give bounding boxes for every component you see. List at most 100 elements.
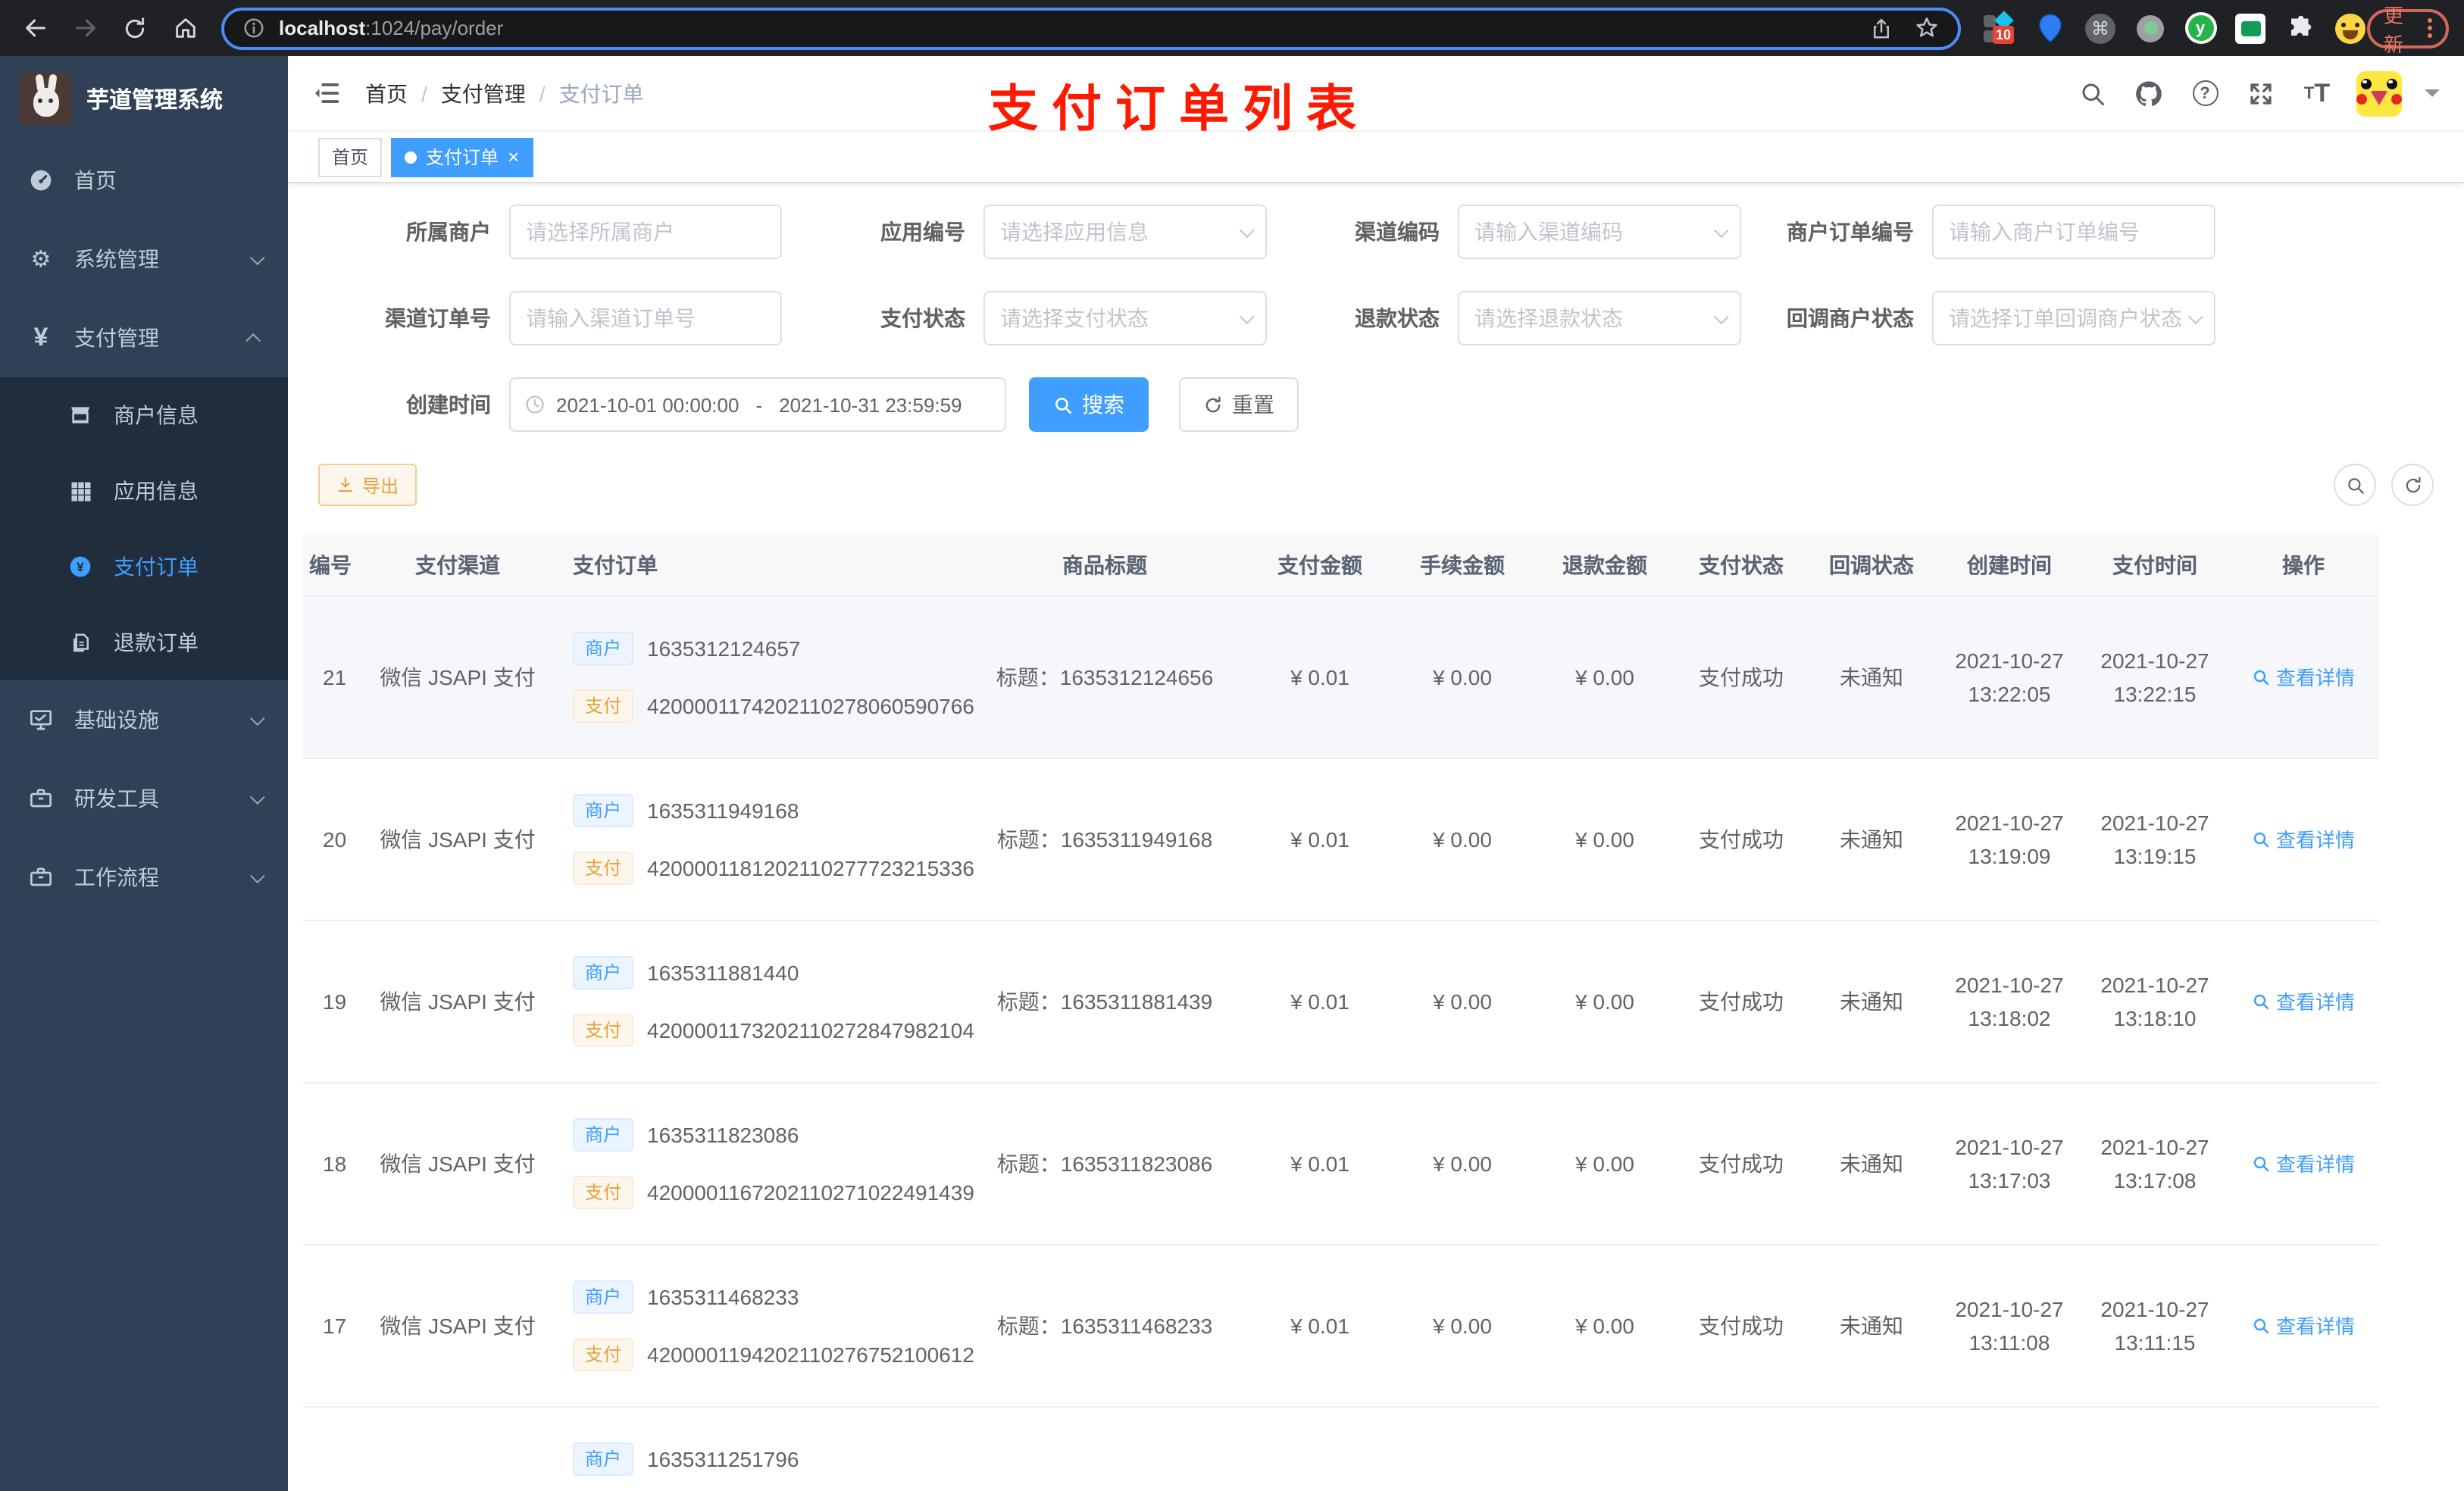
record-extension-icon[interactable] — [2134, 11, 2167, 45]
download-icon — [338, 477, 353, 492]
refund-amount: ¥ 0.00 — [1575, 664, 1634, 689]
create-time-cell: 2021-10-27 13:11:08 — [1937, 1244, 2082, 1407]
breadcrumb-current: 支付订单 — [558, 81, 644, 105]
notify-status: 未通知 — [1840, 1151, 1903, 1175]
col-header-create-time: 创建时间 — [1937, 535, 2082, 596]
smiley-profile-icon[interactable] — [2334, 11, 2367, 45]
view-detail-link[interactable]: 查看详情 — [2252, 662, 2355, 691]
pay-channel: 微信 JSAPI 支付 — [380, 989, 536, 1013]
pay-status-select[interactable] — [983, 291, 1267, 345]
app-title: 芋道管理系统 — [86, 87, 224, 113]
navbar-actions: ? TT — [2076, 70, 2440, 116]
channel-order-no: 4200001173202110272847982104 — [647, 1017, 974, 1042]
app-id-select[interactable] — [983, 205, 1267, 259]
address-bar[interactable]: localhost:1024/pay/order — [221, 7, 1961, 49]
table-toolbar: 导出 — [303, 464, 2449, 506]
monitor-icon — [27, 708, 55, 732]
pay-order-line: 支付 4200001173202110272847982104 — [573, 1013, 974, 1046]
sidebar-item-infrastructure[interactable]: 基础设施 — [0, 680, 288, 759]
table-row: 18 微信 JSAPI 支付 商户 1635311823086 支付 42000… — [303, 1082, 2379, 1245]
sidebar-item-dev-tools[interactable]: 研发工具 — [0, 759, 288, 838]
sidebar-item-home[interactable]: 首页 — [0, 141, 288, 220]
pay-time-cell: 2021-10-27 13:11:15 — [2082, 1244, 2228, 1407]
share-icon[interactable] — [1870, 16, 1893, 40]
browser-menu-icon[interactable] — [2428, 18, 2432, 38]
product-title-cell: 标题：1635311881439 — [961, 920, 1249, 1083]
browser-back-button[interactable] — [15, 8, 55, 48]
app-logo[interactable]: 芋道管理系统 — [0, 56, 288, 141]
search-button[interactable]: 搜索 — [1029, 377, 1149, 432]
reset-button[interactable]: 重置 — [1179, 377, 1299, 432]
refund-status-select[interactable] — [1458, 291, 1741, 345]
pay-amount: ¥ 0.01 — [1290, 1313, 1349, 1337]
export-button[interactable]: 导出 — [318, 464, 417, 506]
github-icon[interactable] — [2132, 77, 2165, 110]
view-detail-link[interactable]: 查看详情 — [2252, 824, 2355, 853]
fullscreen-icon[interactable] — [2244, 77, 2278, 110]
sidebar-item-app-info[interactable]: 应用信息 — [0, 453, 288, 529]
tab-pay-order[interactable]: 支付订单 × — [391, 137, 533, 177]
chevron-down-icon — [1713, 308, 1729, 324]
show-search-toggle-button[interactable] — [2334, 464, 2376, 506]
font-size-icon[interactable]: TT — [2300, 77, 2334, 110]
browser-reload-button[interactable] — [115, 8, 155, 48]
breadcrumb-home[interactable]: 首页 — [365, 78, 408, 108]
view-detail-link[interactable]: 查看详情 — [2252, 986, 2355, 1015]
order-table: 编号 支付渠道 支付订单 商品标题 支付金额 手续金额 退款金额 支付状态 回调… — [303, 535, 2379, 1491]
search-icon[interactable] — [2076, 77, 2109, 110]
help-icon[interactable]: ? — [2188, 77, 2222, 110]
search-icon — [2253, 831, 2269, 847]
balloon-extension-icon[interactable] — [2034, 11, 2067, 45]
refresh-table-button[interactable] — [2391, 464, 2434, 506]
forward-icon — [75, 19, 95, 37]
col-header-id: 编号 — [303, 535, 364, 596]
chevron-down-icon — [1713, 222, 1729, 238]
filter-merchant: 所属商户 — [318, 205, 793, 259]
merchant-input[interactable] — [509, 205, 782, 259]
sidebar-item-workflow[interactable]: 工作流程 — [0, 838, 288, 917]
date-range-picker[interactable]: 2021-10-01 00:00:00 - 2021-10-31 23:59:5… — [509, 377, 1006, 432]
merchant-order-line: 商户 1635311823086 — [573, 1117, 961, 1151]
channel-code-select[interactable] — [1458, 205, 1741, 259]
notify-status: 未通知 — [1840, 1313, 1903, 1337]
toolbox-icon — [27, 786, 55, 811]
date-start[interactable]: 2021-10-01 00:00:00 — [556, 393, 739, 416]
sidebar-item-merchant-info[interactable]: 商户信息 — [0, 377, 288, 453]
view-detail-link[interactable]: 查看详情 — [2252, 1311, 2355, 1339]
chevron-down-icon — [249, 249, 265, 265]
pay-channel: 微信 JSAPI 支付 — [380, 664, 536, 689]
bookmark-star-icon[interactable] — [1914, 15, 1940, 41]
command-extension-icon[interactable]: ⌘ — [2084, 11, 2117, 45]
browser-forward-button[interactable] — [65, 8, 105, 48]
notify-status-select[interactable] — [1932, 291, 2215, 345]
filter-channel-order-no: 渠道订单号 — [318, 291, 793, 345]
merchant-order-no-input[interactable] — [1932, 205, 2215, 259]
close-tab-icon[interactable]: × — [508, 147, 519, 167]
browser-home-button[interactable] — [165, 8, 205, 48]
chevron-down-icon — [1239, 308, 1255, 324]
browser-update-button[interactable]: 更新 — [2367, 4, 2449, 55]
pay-channel: 微信 JSAPI 支付 — [380, 1151, 536, 1175]
sidebar-item-refund-order[interactable]: 退款订单 — [0, 605, 288, 680]
date-end[interactable]: 2021-10-31 23:59:59 — [779, 393, 962, 416]
filter-merchant-order-no: 商户订单编号 — [1741, 205, 2215, 259]
site-info-icon[interactable] — [242, 17, 265, 39]
avatar-caret-icon[interactable] — [2425, 89, 2440, 105]
pin-extension-icon[interactable]: 10 — [1984, 10, 2017, 45]
user-avatar[interactable] — [2356, 70, 2402, 116]
col-header-amount: 支付金额 — [1249, 535, 1391, 596]
sidebar-item-payment[interactable]: ¥ 支付管理 — [0, 299, 288, 377]
puzzle-extensions-icon[interactable] — [2284, 11, 2317, 45]
search-icon — [1055, 397, 1072, 414]
sidebar-item-system[interactable]: ⚙ 系统管理 — [0, 220, 288, 299]
channel-order-no-input[interactable] — [509, 291, 782, 345]
sidebar-item-pay-order[interactable]: ¥ 支付订单 — [0, 529, 288, 605]
yudao-extension-icon[interactable]: y — [2184, 11, 2217, 45]
view-detail-link[interactable]: 查看详情 — [2252, 1149, 2355, 1177]
search-icon — [2253, 1318, 2269, 1333]
order-id: 17 — [323, 1313, 347, 1337]
tab-home[interactable]: 首页 — [318, 137, 383, 177]
breadcrumb-payment[interactable]: 支付管理 — [441, 78, 526, 108]
collapse-sidebar-icon[interactable] — [312, 79, 341, 108]
chat-extension-icon[interactable] — [2234, 11, 2267, 45]
